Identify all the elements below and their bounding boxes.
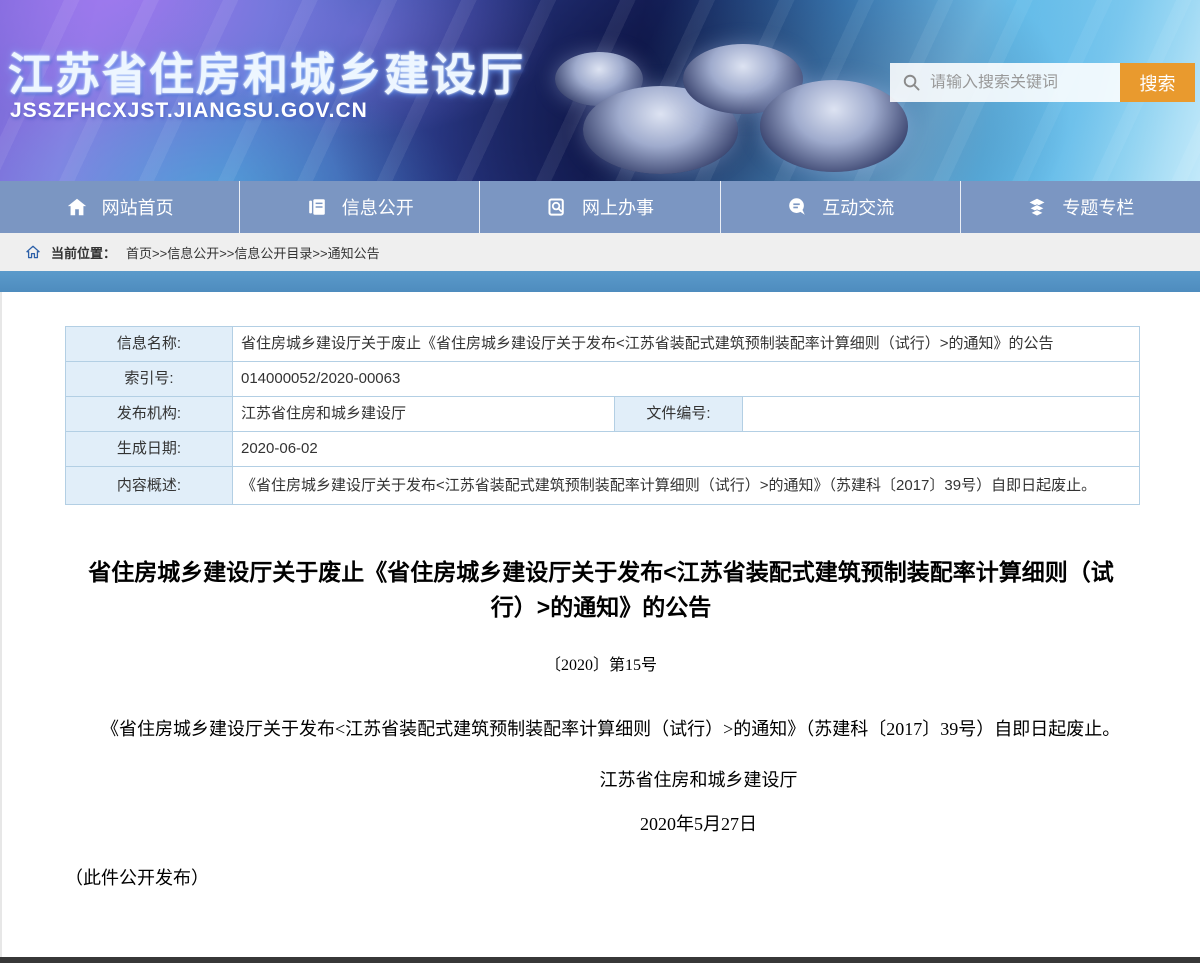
meta-summary-label: 内容概述: (66, 467, 233, 505)
nav-label: 网站首页 (102, 194, 174, 220)
footer-strip (0, 957, 1200, 963)
meta-org-value: 江苏省住房和城乡建设厅 (233, 397, 615, 432)
article-doc-number: 〔2020〕第15号 (2, 651, 1200, 675)
site-header-banner: 江苏省住房和城乡建设厅 JSSZFHCXJST.JIANGSU.GOV.CN 搜… (0, 0, 1200, 181)
table-row: 生成日期: 2020-06-02 (66, 432, 1140, 467)
header-building-illustration (555, 8, 895, 178)
search-icon (902, 73, 921, 92)
meta-index-value: 014000052/2020-00063 (233, 362, 1140, 397)
meta-date-value: 2020-06-02 (233, 432, 1140, 467)
search-bar: 搜索 (890, 63, 1195, 102)
site-title[interactable]: 江苏省住房和城乡建设厅 (8, 38, 525, 103)
breadcrumb-path[interactable]: 首页>>信息公开>>信息公开目录>>通知公告 (126, 243, 380, 262)
journal-icon (306, 196, 328, 218)
nav-label: 网上办事 (582, 194, 654, 220)
meta-summary-value: 《省住房城乡建设厅关于发布<江苏省装配式建筑预制装配率计算细则（试行）>的通知》… (233, 467, 1140, 505)
table-row: 发布机构: 江苏省住房和城乡建设厅 文件编号: (66, 397, 1140, 432)
meta-docno-label: 文件编号: (615, 397, 743, 432)
nav-label: 互动交流 (822, 194, 894, 220)
search-input[interactable] (930, 74, 1108, 92)
meta-docno-value (743, 397, 1140, 432)
nav-item-home[interactable]: 网站首页 (0, 181, 240, 233)
search-input-wrap (890, 63, 1120, 102)
document-meta-table: 信息名称: 省住房城乡建设厅关于废止《省住房城乡建设厅关于发布<江苏省装配式建筑… (65, 326, 1140, 505)
site-url: JSSZFHCXJST.JIANGSU.GOV.CN (10, 99, 368, 123)
nav-label: 专题专栏 (1062, 194, 1134, 220)
doc-magnifier-icon (546, 196, 568, 218)
nav-item-special-topics[interactable]: 专题专栏 (961, 181, 1200, 233)
nav-item-interaction[interactable]: 互动交流 (721, 181, 961, 233)
signature-org: 江苏省住房和城乡建设厅 (197, 762, 1200, 798)
table-row: 信息名称: 省住房城乡建设厅关于废止《省住房城乡建设厅关于发布<江苏省装配式建筑… (66, 327, 1140, 362)
layers-icon (1026, 196, 1048, 218)
meta-org-label: 发布机构: (66, 397, 233, 432)
main-nav: 网站首页 信息公开 网上办事 互动交流 专题专栏 (0, 181, 1200, 233)
meta-name-label: 信息名称: (66, 327, 233, 362)
breadcrumb: 当前位置： 首页>>信息公开>>信息公开目录>>通知公告 (0, 233, 1200, 271)
article-body-paragraph: 《省住房城乡建设厅关于发布<江苏省装配式建筑预制装配率计算细则（试行）>的通知》… (65, 711, 1137, 748)
blue-divider-strip (0, 271, 1200, 292)
nav-label: 信息公开 (342, 194, 414, 220)
nav-item-info-disclosure[interactable]: 信息公开 (240, 181, 480, 233)
meta-name-value: 省住房城乡建设厅关于废止《省住房城乡建设厅关于发布<江苏省装配式建筑预制装配率计… (233, 327, 1140, 362)
table-row: 索引号: 014000052/2020-00063 (66, 362, 1140, 397)
meta-date-label: 生成日期: (66, 432, 233, 467)
signature-block: 江苏省住房和城乡建设厅 2020年5月27日 (197, 762, 1200, 842)
home-outline-icon (25, 244, 41, 260)
meta-index-label: 索引号: (66, 362, 233, 397)
page-content: 信息名称: 省住房城乡建设厅关于废止《省住房城乡建设厅关于发布<江苏省装配式建筑… (0, 292, 1200, 957)
home-icon (66, 196, 88, 218)
public-release-note: （此件公开发布） (65, 864, 1137, 890)
breadcrumb-label: 当前位置： (51, 243, 116, 262)
nav-item-online-services[interactable]: 网上办事 (480, 181, 720, 233)
table-row: 内容概述: 《省住房城乡建设厅关于发布<江苏省装配式建筑预制装配率计算细则（试行… (66, 467, 1140, 505)
search-button[interactable]: 搜索 (1120, 63, 1195, 102)
article-title: 省住房城乡建设厅关于废止《省住房城乡建设厅关于发布<江苏省装配式建筑预制装配率计… (79, 555, 1124, 625)
signature-date: 2020年5月27日 (197, 806, 1200, 842)
chat-bubble-icon (786, 196, 808, 218)
